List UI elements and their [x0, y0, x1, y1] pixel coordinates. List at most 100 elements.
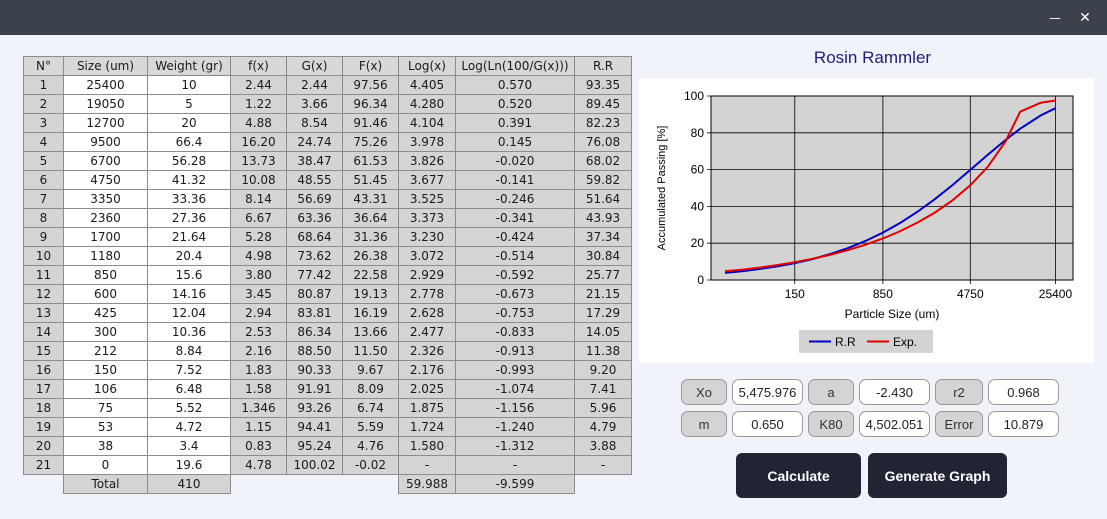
- table-row[interactable]: 10 1180 20.4 4.98 73.62 26.38 3.072 -0.514 30.84: [23, 246, 632, 266]
- column-header[interactable]: Size (um): [63, 56, 148, 76]
- table-cell[interactable]: 12.04: [147, 303, 231, 323]
- table-cell: 56.69: [286, 189, 343, 209]
- table-cell[interactable]: 9500: [63, 132, 148, 152]
- table-row[interactable]: 1 25400 10 2.44 2.44 97.56 4.405 0.570 93.35: [23, 75, 632, 95]
- table-row[interactable]: 2 19050 5 1.22 3.66 96.34 4.280 0.520 89.45: [23, 94, 632, 114]
- error-value[interactable]: 10.879: [988, 411, 1059, 437]
- table-row[interactable]: 8 2360 27.36 6.67 63.36 36.64 3.373 -0.341 43.93: [23, 208, 632, 228]
- error-button[interactable]: Error: [935, 411, 983, 437]
- table-cell[interactable]: 425: [63, 303, 148, 323]
- minimize-icon: —: [1049, 10, 1061, 25]
- table-cell[interactable]: 53: [63, 417, 148, 437]
- table-cell[interactable]: 212: [63, 341, 148, 361]
- table-cell[interactable]: 38: [63, 436, 148, 456]
- table-cell: -1.074: [455, 379, 575, 399]
- table-cell[interactable]: 10: [147, 75, 231, 95]
- table-row[interactable]: 4 9500 66.4 16.20 24.74 75.26 3.978 0.145 76.08: [23, 132, 632, 152]
- table-cell[interactable]: 106: [63, 379, 148, 399]
- table-row[interactable]: 3 12700 20 4.88 8.54 91.46 4.104 0.391 82.23: [23, 113, 632, 133]
- minimize-button[interactable]: —: [1040, 0, 1070, 35]
- table-cell[interactable]: 5.52: [147, 398, 231, 418]
- table-row[interactable]: 17 106 6.48 1.58 91.91 8.09 2.025 -1.074 7.41: [23, 379, 632, 399]
- column-header[interactable]: Log(Ln(100/G(x))): [455, 56, 575, 76]
- k80-value[interactable]: 4,502.051: [859, 411, 930, 437]
- table-row[interactable]: 6 4750 41.32 10.08 48.55 51.45 3.677 -0.141 59.8…: [23, 170, 632, 190]
- table-row[interactable]: 21 0 19.6 4.78 100.02 -0.02- - -: [23, 455, 632, 475]
- table-cell[interactable]: 25400: [63, 75, 148, 95]
- table-row[interactable]: 5 6700 56.28 13.73 38.47 61.53 3.826 -0.020 68.0…: [23, 151, 632, 171]
- table-row[interactable]: 15 212 8.84 2.16 88.50 11.50 2.326 -0.913 11.38: [23, 341, 632, 361]
- column-header[interactable]: f(x): [230, 56, 287, 76]
- table-cell[interactable]: 75: [63, 398, 148, 418]
- legend-label: R.R: [835, 335, 856, 349]
- table-row[interactable]: 7 3350 33.36 8.14 56.69 43.31 3.525 -0.246 51.64: [23, 189, 632, 209]
- table-cell[interactable]: 4.72: [147, 417, 231, 437]
- r2-value[interactable]: 0.968: [988, 379, 1059, 405]
- table-cell[interactable]: 27.36: [147, 208, 231, 228]
- m-value[interactable]: 0.650: [732, 411, 803, 437]
- xo-button[interactable]: Xo: [681, 379, 727, 405]
- table-row[interactable]: 20 38 3.4 0.83 95.24 4.76 1.580 -1.312 3.88: [23, 436, 632, 456]
- r2-button[interactable]: r2: [935, 379, 983, 405]
- table-cell[interactable]: 6.48: [147, 379, 231, 399]
- table-cell: 36.64: [342, 208, 399, 228]
- table-cell[interactable]: 1180: [63, 246, 148, 266]
- calculate-button[interactable]: Calculate: [736, 453, 861, 498]
- table-row[interactable]: 13 425 12.04 2.94 83.81 16.19 2.628 -0.753 17.29: [23, 303, 632, 323]
- close-button[interactable]: ✕: [1070, 0, 1100, 35]
- table-row[interactable]: 19 53 4.72 1.15 94.41 5.59 1.724 -1.240 4.79: [23, 417, 632, 437]
- table-cell[interactable]: 20.4: [147, 246, 231, 266]
- table-cell[interactable]: 8.84: [147, 341, 231, 361]
- table-cell[interactable]: 2360: [63, 208, 148, 228]
- table-cell[interactable]: 5: [147, 94, 231, 114]
- table-cell[interactable]: 19050: [63, 94, 148, 114]
- table-cell[interactable]: 850: [63, 265, 148, 285]
- m-button[interactable]: m: [681, 411, 727, 437]
- table-cell[interactable]: 3.4: [147, 436, 231, 456]
- column-header[interactable]: Log(x): [398, 56, 456, 76]
- a-button[interactable]: a: [808, 379, 854, 405]
- table-cell[interactable]: 4750: [63, 170, 148, 190]
- table-cell: 86.34: [286, 322, 343, 342]
- table-cell[interactable]: 10.36: [147, 322, 231, 342]
- table-cell[interactable]: 150: [63, 360, 148, 380]
- table-cell[interactable]: 33.36: [147, 189, 231, 209]
- table-row[interactable]: 16 150 7.52 1.83 90.33 9.67 2.176 -0.993 9.20: [23, 360, 632, 380]
- table-cell[interactable]: 1700: [63, 227, 148, 247]
- column-header[interactable]: R.R: [574, 56, 632, 76]
- column-header[interactable]: N°: [23, 56, 64, 76]
- xo-value[interactable]: 5,475.976: [732, 379, 803, 405]
- table-row[interactable]: 9 1700 21.64 5.28 68.64 31.36 3.230 -0.424 37.34: [23, 227, 632, 247]
- table-cell[interactable]: 7.52: [147, 360, 231, 380]
- data-grid[interactable]: N° Size (um) Weight (gr) f(x) G(x) F(x) Log(x)…: [23, 56, 632, 494]
- column-header[interactable]: Weight (gr): [147, 56, 231, 76]
- table-cell[interactable]: 41.32: [147, 170, 231, 190]
- table-row[interactable]: 12 600 14.16 3.45 80.87 19.13 2.778 -0.673 21.15: [23, 284, 632, 304]
- column-header[interactable]: F(x): [342, 56, 399, 76]
- table-cell[interactable]: 12700: [63, 113, 148, 133]
- table-cell[interactable]: 15.6: [147, 265, 231, 285]
- table-cell[interactable]: 21.64: [147, 227, 231, 247]
- table-row[interactable]: 11 850 15.6 3.80 77.42 22.58 2.929 -0.592 25.77: [23, 265, 632, 285]
- table-cell: -0.141: [455, 170, 575, 190]
- table-cell: 1.58: [230, 379, 287, 399]
- table-cell: 0.145: [455, 132, 575, 152]
- column-header[interactable]: G(x): [286, 56, 343, 76]
- table-cell[interactable]: 14.16: [147, 284, 231, 304]
- table-cell[interactable]: 56.28: [147, 151, 231, 171]
- table-cell[interactable]: 3350: [63, 189, 148, 209]
- table-cell[interactable]: 66.4: [147, 132, 231, 152]
- table-row[interactable]: 18 75 5.52 1.346 93.26 6.74 1.875 -1.156 5.96: [23, 398, 632, 418]
- table-cell[interactable]: 6700: [63, 151, 148, 171]
- table-cell[interactable]: 600: [63, 284, 148, 304]
- table-row[interactable]: 14 300 10.36 2.53 86.34 13.66 2.477 -0.833 14.05: [23, 322, 632, 342]
- k80-button[interactable]: K80: [808, 411, 854, 437]
- generate-graph-button[interactable]: Generate Graph: [868, 453, 1007, 498]
- table-cell: 4.88: [230, 113, 287, 133]
- table-cell[interactable]: 20: [147, 113, 231, 133]
- table-cell: 43.31: [342, 189, 399, 209]
- table-cell[interactable]: 300: [63, 322, 148, 342]
- a-value[interactable]: -2.430: [859, 379, 930, 405]
- table-cell[interactable]: 0: [63, 455, 148, 475]
- table-cell[interactable]: 19.6: [147, 455, 231, 475]
